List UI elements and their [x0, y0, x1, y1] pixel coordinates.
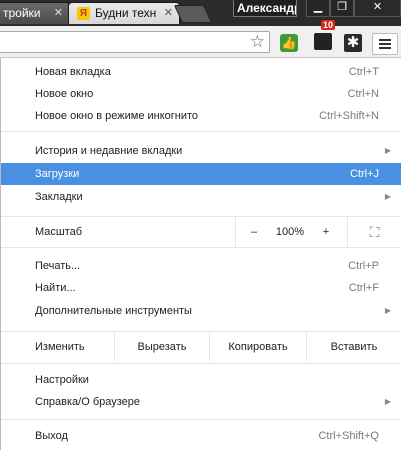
bookmark-star-icon[interactable]: ☆ — [250, 32, 265, 52]
menu-item-settings[interactable]: Настройки — [1, 369, 401, 391]
fullscreen-icon: ⛶ — [369, 224, 380, 240]
menu-item-shortcut: Ctrl+N — [347, 88, 379, 100]
menu-item-new-tab[interactable]: Новая вкладка Ctrl+T — [1, 61, 401, 83]
menu-item-help[interactable]: Справка/О браузере ▶ — [1, 391, 401, 413]
menu-item-shortcut: Ctrl+T — [348, 66, 379, 78]
menu-item-shortcut: Ctrl+J — [349, 168, 379, 180]
menu-separator — [1, 363, 401, 364]
zoom-in-button[interactable]: + — [308, 217, 344, 247]
restore-icon: ❐ — [337, 1, 347, 13]
address-bar[interactable]: ☆ — [0, 31, 270, 53]
menu-item-label: История и недавние вкладки — [35, 145, 183, 157]
fullscreen-button[interactable]: ⛶ — [347, 217, 401, 247]
menu-item-shortcut: Ctrl+Shift+N — [319, 110, 379, 122]
menu-item-incognito[interactable]: Новое окно в режиме инкогнито Ctrl+Shift… — [1, 105, 401, 127]
cut-button[interactable]: Вырезать — [114, 333, 209, 361]
tab-active[interactable]: Я Будни техн ✕ — [68, 2, 180, 24]
browser-toolbar: ☆ 👍 ✱ — [0, 26, 401, 58]
menu-item-shortcut: Ctrl+P — [348, 260, 379, 272]
menu-item-label: Новое окно в режиме инкогнито — [35, 110, 199, 122]
extension-badge: 10 — [321, 20, 336, 30]
profile-button[interactable]: Александр — [233, 0, 297, 17]
menu-item-label: Выход — [35, 430, 68, 442]
menu-item-print[interactable]: Печать... Ctrl+P — [1, 255, 401, 277]
tab-close-icon[interactable]: ✕ — [54, 3, 63, 24]
tab-title: Будни техн — [95, 6, 157, 20]
copy-button[interactable]: Копировать — [209, 333, 306, 361]
restore-button[interactable]: ❐ — [330, 0, 354, 17]
menu-item-label: Закладки — [35, 191, 83, 203]
menu-separator — [1, 331, 401, 332]
menu-separator — [1, 131, 401, 132]
minimize-button[interactable]: ▁ — [306, 0, 330, 17]
zoom-out-label: – — [250, 226, 258, 238]
menu-separator — [1, 419, 401, 420]
zoom-out-button[interactable]: – — [235, 217, 272, 247]
zoom-row: Масштаб – 100% + ⛶ — [1, 217, 401, 247]
menu-item-more-tools[interactable]: Дополнительные инструменты ▶ — [1, 300, 401, 322]
menu-item-label: Настройки — [35, 374, 89, 386]
user-name: Александр — [237, 1, 297, 15]
paste-button[interactable]: Вставить — [306, 333, 401, 361]
green-extension-icon[interactable]: 👍 — [280, 34, 298, 52]
menu-item-downloads[interactable]: Загрузки Ctrl+J — [1, 163, 401, 185]
paste-label: Вставить — [330, 341, 378, 353]
dark-extension-icon[interactable] — [314, 33, 332, 50]
menu-item-exit[interactable]: Выход Ctrl+Shift+Q — [1, 425, 401, 447]
chrome-menu-button[interactable] — [372, 33, 398, 55]
yandex-favicon-icon: Я — [77, 7, 90, 20]
menu-item-find[interactable]: Найти... Ctrl+F — [1, 277, 401, 299]
submenu-arrow-icon: ▶ — [384, 306, 391, 315]
submenu-arrow-icon: ▶ — [384, 146, 391, 155]
tab-title: тройки — [3, 6, 41, 20]
menu-item-history[interactable]: История и недавние вкладки ▶ — [1, 140, 401, 162]
menu-item-label: Новое окно — [35, 88, 94, 100]
menu-item-shortcut: Ctrl+F — [348, 282, 379, 294]
menu-item-new-window[interactable]: Новое окно Ctrl+N — [1, 83, 401, 105]
minimize-icon: ▁ — [313, 1, 323, 13]
menu-separator — [1, 247, 401, 248]
tab-strip: тройки ✕ Я Будни техн ✕ Александр ▁ ❐ ✕ — [0, 0, 401, 26]
menu-item-shortcut: Ctrl+Shift+Q — [318, 430, 379, 442]
cut-label: Вырезать — [137, 341, 187, 353]
menu-item-label: Справка/О браузере — [35, 396, 141, 408]
zoom-level-value: 100% — [275, 226, 305, 238]
close-window-button[interactable]: ✕ — [354, 0, 401, 17]
submenu-arrow-icon: ▶ — [384, 397, 391, 406]
edit-row: Изменить Вырезать Копировать Вставить — [1, 333, 401, 361]
submenu-arrow-icon: ▶ — [384, 192, 391, 201]
menu-item-label: Дополнительные инструменты — [35, 305, 192, 317]
zoom-in-label: + — [322, 226, 330, 238]
menu-item-bookmarks[interactable]: Закладки ▶ — [1, 186, 401, 208]
menu-icon — [379, 39, 391, 41]
tab-close-icon[interactable]: ✕ — [164, 3, 173, 24]
menu-item-label: Найти... — [35, 282, 76, 294]
menu-item-label: Новая вкладка — [35, 66, 111, 78]
zoom-label: Масштаб — [35, 226, 83, 238]
chrome-main-menu: Новая вкладка Ctrl+T Новое окно Ctrl+N Н… — [0, 58, 401, 450]
snowflake-extension-icon[interactable]: ✱ — [344, 34, 362, 52]
close-icon: ✕ — [372, 1, 383, 13]
edit-label: Изменить — [35, 341, 85, 353]
menu-item-label: Загрузки — [35, 168, 80, 180]
menu-item-label: Печать... — [35, 260, 81, 272]
tab-settings[interactable]: тройки ✕ — [0, 2, 70, 24]
copy-label: Копировать — [228, 341, 288, 353]
